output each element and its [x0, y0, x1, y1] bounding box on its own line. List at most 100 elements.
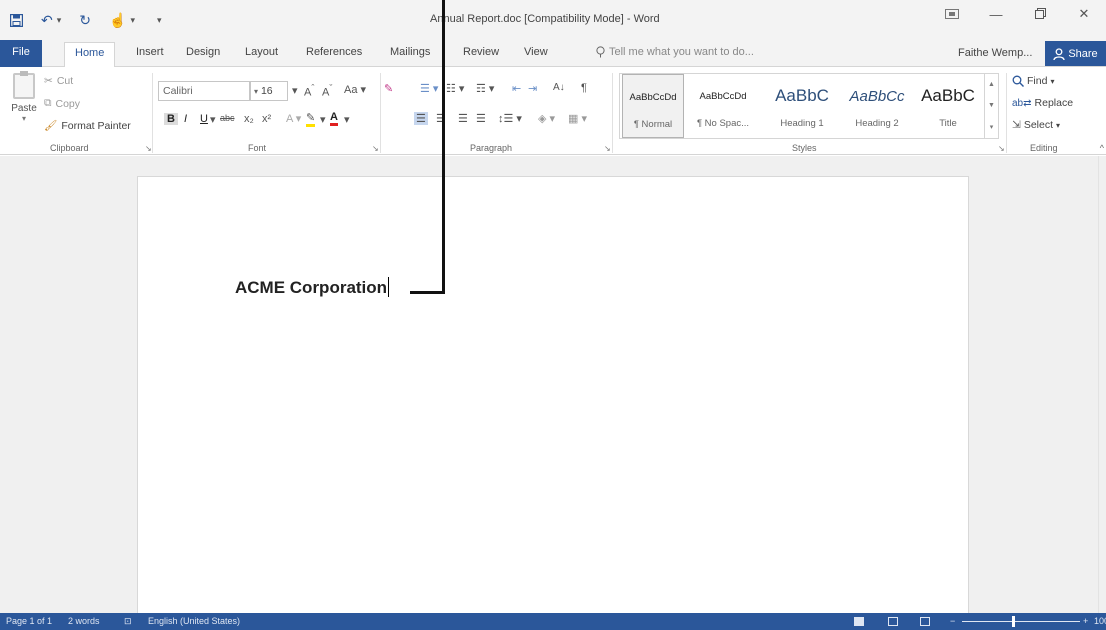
more-styles-icon[interactable]: ▾ — [990, 123, 994, 131]
shading-icon[interactable]: ◈ ▾ — [538, 112, 555, 125]
sort-button[interactable]: A↓ — [553, 82, 565, 93]
style-preview: AaBbC — [921, 86, 975, 105]
find-button[interactable]: Find ▾ — [1012, 75, 1054, 87]
zoom-out-button[interactable]: − — [950, 616, 955, 626]
strikethrough-button[interactable]: abc — [220, 113, 235, 123]
ribbon-display-options-button[interactable] — [930, 7, 974, 22]
zoom-slider[interactable] — [962, 621, 1080, 622]
font-size-select[interactable]: ▾ 16 — [250, 81, 288, 101]
underline-dropdown-icon[interactable]: ▾ — [210, 113, 216, 126]
copy-label: Copy — [55, 97, 81, 110]
align-left-icon[interactable]: ☰ — [414, 112, 428, 125]
tab-file[interactable]: File — [0, 40, 42, 67]
undo-dropdown-icon[interactable]: ▾ — [57, 15, 62, 26]
borders-icon[interactable]: ▦ ▾ — [568, 112, 587, 125]
line-spacing-icon[interactable]: ↕☰ ▾ — [498, 112, 522, 125]
clipboard-launcher-icon[interactable]: ↘ — [145, 144, 152, 153]
page-count[interactable]: Page 1 of 1 — [6, 616, 52, 626]
tab-review[interactable]: Review — [463, 46, 499, 58]
format-painter-button[interactable]: 🖌 Format Painter — [44, 119, 131, 133]
font-color-icon[interactable]: A — [330, 111, 338, 126]
print-layout-view-icon[interactable] — [888, 617, 898, 626]
touch-dropdown-icon[interactable]: ▾ — [130, 15, 135, 26]
font-name-select[interactable]: Calibri — [158, 81, 250, 101]
show-formatting-marks-button[interactable]: ¶ — [581, 82, 587, 94]
chevron-down-icon: ▾ — [254, 87, 259, 96]
change-case-button[interactable]: Aa ▾ — [344, 83, 366, 96]
numbering-icon[interactable]: ☷ ▾ — [446, 82, 464, 95]
justify-icon[interactable]: ☰ — [476, 112, 486, 125]
superscript-button[interactable]: x² — [262, 113, 271, 125]
undo-button[interactable]: ↶ ▾ — [41, 10, 61, 30]
highlight-dropdown-icon[interactable]: ▾ — [320, 113, 326, 126]
bullets-icon[interactable]: ☰ ▾ — [420, 82, 438, 95]
zoom-slider-thumb[interactable] — [1012, 616, 1015, 627]
word-count[interactable]: 2 words — [68, 616, 100, 626]
user-account[interactable]: Faithe Wemp... — [958, 47, 1032, 59]
tab-home[interactable]: Home — [64, 42, 116, 68]
tab-design[interactable]: Design — [186, 46, 220, 58]
tab-insert[interactable]: Insert — [136, 46, 164, 58]
tab-layout[interactable]: Layout — [245, 46, 278, 58]
save-icon — [10, 13, 23, 27]
touch-mode-button[interactable]: ☝ ▾ — [109, 10, 135, 30]
clear-formatting-icon[interactable]: ✎ — [384, 82, 393, 95]
cut-button[interactable]: ✂ Cut — [44, 75, 73, 87]
text-effects-icon[interactable]: A ▾ — [286, 112, 301, 125]
align-right-icon[interactable]: ☰ — [458, 112, 468, 125]
save-button[interactable] — [10, 10, 23, 30]
subscript-button[interactable]: x₂ — [244, 113, 254, 125]
web-layout-view-icon[interactable] — [920, 617, 930, 626]
decrease-indent-icon[interactable]: ⇤ — [512, 82, 521, 95]
tab-view[interactable]: View — [524, 46, 548, 58]
customize-qat-button[interactable]: ▾ — [153, 10, 162, 30]
vertical-scrollbar[interactable] — [1098, 156, 1106, 613]
paragraph-launcher-icon[interactable]: ↘ — [604, 144, 611, 153]
tab-references[interactable]: References — [306, 46, 362, 58]
zoom-level[interactable]: 100% — [1094, 616, 1106, 626]
document-body[interactable]: ACME Corporation — [235, 277, 390, 298]
minimize-button[interactable]: — — [974, 7, 1018, 22]
proofing-icon[interactable]: ⊡ — [124, 616, 132, 627]
style-heading-2[interactable]: AaBbCc Heading 2 — [840, 74, 914, 138]
collapse-ribbon-icon[interactable]: ^ — [1100, 143, 1104, 153]
style-normal[interactable]: AaBbCcDd ¶ Normal — [622, 74, 684, 138]
copy-button[interactable]: ⧉ Copy — [44, 97, 80, 110]
tab-mailings[interactable]: Mailings — [390, 46, 430, 58]
document-page[interactable]: ACME Corporation — [137, 176, 969, 613]
editing-group-label: Editing — [1030, 143, 1058, 153]
bold-button[interactable]: B — [164, 113, 178, 125]
highlight-color-icon[interactable]: ✎ — [306, 111, 316, 127]
styles-launcher-icon[interactable]: ↘ — [998, 144, 1005, 153]
increase-indent-icon[interactable]: ⇥ — [528, 82, 537, 95]
style-heading-1[interactable]: AaBbC Heading 1 — [766, 74, 838, 138]
multilevel-list-icon[interactable]: ☶ ▾ — [476, 82, 494, 95]
copy-icon: ⧉ — [44, 97, 52, 109]
replace-button[interactable]: ab⇄ Replace — [1012, 97, 1073, 109]
shrink-font-button[interactable]: Aˇ — [322, 83, 332, 99]
paste-dropdown-icon[interactable]: ▾ — [8, 114, 40, 123]
grow-font-button[interactable]: Aˆ — [304, 83, 314, 99]
chevron-up-icon[interactable]: ▲ — [988, 81, 995, 88]
italic-button[interactable]: I — [184, 113, 187, 125]
select-button[interactable]: ⇲ Select ▾ — [1012, 119, 1060, 131]
underline-button[interactable]: U — [200, 113, 208, 125]
style-no-spacing[interactable]: AaBbCcDd ¶ No Spac... — [688, 74, 758, 138]
read-mode-view-icon[interactable] — [854, 617, 864, 626]
restore-button[interactable] — [1018, 7, 1062, 22]
font-color-dropdown-icon[interactable]: ▾ — [344, 113, 350, 126]
language-indicator[interactable]: English (United States) — [148, 616, 240, 626]
scissors-icon: ✂ — [44, 75, 53, 87]
style-title[interactable]: AaBbC Title — [916, 74, 980, 138]
redo-button[interactable]: ↻ — [79, 10, 91, 30]
font-launcher-icon[interactable]: ↘ — [372, 144, 379, 153]
font-size-dropdown-icon[interactable]: ▾ — [292, 84, 298, 97]
styles-scrollbar[interactable]: ▲ ▼ ▾ — [984, 74, 998, 138]
chevron-down-icon[interactable]: ▼ — [988, 102, 995, 109]
share-button[interactable]: Share — [1045, 41, 1106, 66]
tell-me-search[interactable]: Tell me what you want to do... — [596, 46, 754, 58]
paste-label: Paste — [11, 103, 37, 114]
paste-button[interactable]: Paste ▾ — [8, 71, 40, 123]
close-button[interactable]: ✕ — [1062, 6, 1106, 22]
zoom-in-button[interactable]: + — [1083, 616, 1088, 626]
